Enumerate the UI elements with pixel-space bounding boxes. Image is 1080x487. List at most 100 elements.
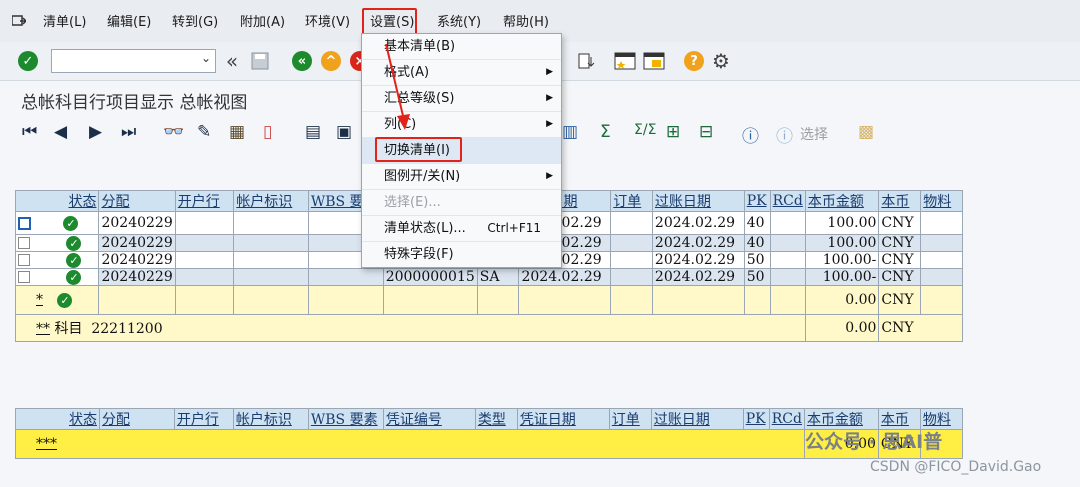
col-pk[interactable]: PK [743,190,771,212]
col-pk[interactable]: PK [742,408,770,430]
table-row[interactable]: ✓ 20240229 2000000015 SA 2024.02.29 2024… [14,268,963,286]
display-glasses-icon[interactable]: 👓 [163,122,184,142]
previous-page-icon[interactable]: ◀ [54,122,67,142]
menu-list[interactable]: 清单(L) [43,14,86,32]
col-doc-date[interactable]: 凭证日期 [516,408,610,430]
col-account-id[interactable]: 帐户标识 [233,190,309,212]
col-posting-date[interactable]: 过账日期 [650,408,744,430]
pk-cell: 50 [743,251,771,269]
note-icon[interactable]: ▩ [858,122,874,142]
info-icon[interactable]: ⓘ [742,122,759,147]
row-checkbox[interactable] [18,254,30,266]
col-status[interactable]: 状态 [15,408,100,430]
page-title: 总帐科目行项目显示 总帐视图 [21,93,248,113]
sum-icon[interactable]: Σ [600,122,611,142]
menu-system[interactable]: 系统(Y) [437,14,481,32]
cleared-status-icon: ✓ [57,292,73,308]
command-field[interactable]: ⌄ [51,49,216,73]
cleared-status-icon: ✓ [66,235,82,251]
filter-icon[interactable]: ▥ [562,122,578,142]
expand-icon[interactable]: ⊞ [666,122,680,142]
next-page-icon[interactable]: ▶ [89,122,102,142]
menu-edit[interactable]: 编辑(E) [107,14,151,32]
menu-item-list-status[interactable]: 清单状态(L)... Ctrl+F11 [362,216,561,242]
menu-item-special-fields[interactable]: 特殊字段(F) [362,242,561,267]
info-select-icon[interactable]: ⓘ [776,122,793,147]
new-session-icon[interactable] [614,50,636,72]
posting-date-cell: 2024.02.29 [651,251,745,269]
row-checkbox[interactable] [18,237,30,249]
exit-icon[interactable]: ^ [320,50,342,72]
subtotal-currency: CNY [878,285,922,315]
col-bank[interactable]: 开户行 [174,190,235,212]
back-icon[interactable]: « [291,50,313,72]
account-total-label: 科目 [54,321,83,337]
menu-settings[interactable]: 设置(S) [370,14,415,32]
export-icon[interactable]: ▣ [336,122,352,142]
find-next-icon[interactable] [575,50,597,72]
layout-icon[interactable]: ▦ [229,122,245,142]
col-doc-number[interactable]: 凭证编号 [382,408,476,430]
currency-cell: CNY [878,234,922,252]
col-assignment[interactable]: 分配 [98,190,176,212]
menu-extras[interactable]: 附加(A) [240,14,285,32]
col-rcd[interactable]: RCd [768,408,805,430]
change-pencil-icon[interactable]: ✎ [197,122,211,142]
col-amount[interactable]: 本币金额 [804,190,880,212]
menu-item-legend-toggle[interactable]: 图例开/关(N) ▶ [362,164,561,190]
save-icon[interactable] [249,50,271,72]
document-icon[interactable]: ▯ [263,122,272,142]
double-left-icon[interactable]: « [221,49,243,73]
col-account-id[interactable]: 帐户标识 [232,408,309,430]
menu-item-switch-list[interactable]: 切换清单(I) [362,138,561,164]
select-label[interactable]: 选择 [800,124,828,144]
menu-environment[interactable]: 环境(V) [305,14,350,32]
col-order[interactable]: 订单 [610,190,653,212]
subtotal-amount: 0.00 [804,285,880,315]
doc-date-cell: 2024.02.29 [518,268,612,286]
col-status[interactable]: 状态 [14,190,100,212]
menu-item-selection: 选择(E)... [362,190,561,216]
row-checkbox[interactable] [18,216,31,230]
row-checkbox[interactable] [18,271,30,283]
system-menu-icon[interactable] [12,15,26,27]
menu-help[interactable]: 帮助(H) [503,14,549,32]
shortcut-label: Ctrl+F11 [487,221,541,235]
submenu-arrow-icon: ▶ [546,67,553,77]
cleared-status-icon: ✓ [66,269,82,285]
subtotal-row[interactable]: * ✓ 0.00 CNY [14,285,963,315]
gear-icon[interactable]: ⚙ [710,49,732,73]
assignment-cell: 20240229 [98,251,176,269]
enter-icon[interactable]: ✓ [17,50,39,72]
subtotal-icon[interactable]: Σ/Σ [634,122,656,138]
menu-goto[interactable]: 转到(G) [172,14,218,32]
col-type[interactable]: 类型 [474,408,518,430]
submenu-arrow-icon: ▶ [546,171,553,181]
watermark-credit: CSDN @FICO_David.Gao [870,459,1042,475]
submenu-arrow-icon: ▶ [546,93,553,103]
first-page-icon[interactable]: ⏮ [22,122,37,142]
account-number: 22211200 [91,321,163,337]
col-wbs[interactable]: WBS 要素 [307,408,384,430]
last-page-icon[interactable]: ⏭ [121,122,136,142]
type-cell: SA [476,268,520,286]
cleared-status-icon: ✓ [66,252,82,268]
help-icon[interactable]: ? [683,50,705,72]
col-currency[interactable]: 本币 [878,190,922,212]
shortcut-icon[interactable] [643,50,665,72]
collapse-icon[interactable]: ⊟ [699,122,713,142]
col-posting-date[interactable]: 过账日期 [651,190,745,212]
chevron-down-icon[interactable]: ⌄ [201,51,211,65]
amount-cell: 100.00- [804,268,880,286]
col-order[interactable]: 订单 [608,408,652,430]
account-total-row[interactable]: ** 科目 22211200 0.00 CNY [15,314,963,342]
col-material[interactable]: 物料 [920,190,963,212]
col-rcd[interactable]: RCd [769,190,806,212]
amount-cell: 100.00 [804,234,880,252]
doc-number-cell[interactable]: 2000000015 [382,268,478,286]
print-icon[interactable]: ▤ [305,122,321,142]
pk-cell: 40 [743,211,771,235]
subtotal-mark: * [36,292,43,308]
col-assignment[interactable]: 分配 [98,408,175,430]
col-bank[interactable]: 开户行 [173,408,234,430]
